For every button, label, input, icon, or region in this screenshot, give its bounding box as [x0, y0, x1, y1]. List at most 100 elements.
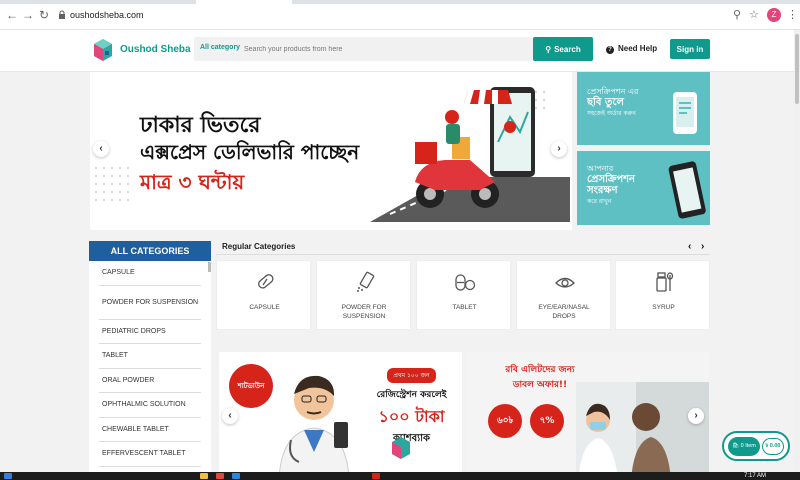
taskbar-clock[interactable]: 7:17 AM [744, 472, 766, 480]
hero-prev-button[interactable]: ‹ [93, 141, 109, 157]
tab-strip [0, 0, 800, 4]
sidebar-item-pediatric-drops[interactable]: PEDIATRIC DROPS [99, 320, 201, 344]
floating-cart[interactable]: 🛍 0 Item ৳ 0.00 [722, 431, 790, 461]
prescription-upload-banner[interactable]: প্রেসক্রিপশন এর ছবি তুলে সহজেই অর্ডার কর… [577, 72, 710, 145]
category-label: TABLET [452, 304, 477, 311]
hero-line-3: মাত্র ৩ ঘন্টায় [140, 170, 245, 194]
banner-1-line-3: সহজেই অর্ডার করুন [587, 110, 636, 117]
sidebar-item-oral-powder[interactable]: ORAL POWDER [99, 369, 201, 393]
sidebar-item-tablet[interactable]: TABLET [99, 344, 201, 369]
promo-prev-button[interactable]: ‹ [222, 408, 238, 424]
help-icon: ? [606, 46, 614, 54]
start-icon[interactable] [4, 473, 12, 479]
app-icon[interactable] [232, 473, 240, 479]
prescription-save-banner[interactable]: আপনার প্রেসক্রিপশন সংরক্ষণ করে রাখুন [577, 151, 710, 225]
promo-next-button[interactable]: › [688, 408, 704, 424]
reload-icon[interactable]: ↻ [38, 9, 50, 21]
category-card-powder-for-suspension[interactable]: POWDER FOR SUSPENSION [316, 260, 411, 330]
file-explorer-icon[interactable] [200, 473, 208, 479]
search-button-label: Search [554, 44, 581, 54]
banner-2-line-4: করে রাখুন [587, 198, 612, 205]
profile-avatar[interactable]: Z [767, 8, 781, 22]
page-scrollbar[interactable] [794, 30, 800, 475]
regular-categories-title: Regular Categories [222, 242, 296, 251]
sidebar-item-label: CAPSULE [102, 269, 135, 277]
sidebar-item-label: POWDER FOR SUSPENSION [102, 298, 199, 306]
sidebar-item-ophthalmic-solution[interactable]: OPHTHALMIC SOLUTION [99, 393, 201, 418]
hero-line-2: এক্সপ্রেস ডেলিভারি পাচ্ছেন [140, 140, 360, 164]
banner-2-line-3: সংরক্ষণ [587, 185, 618, 196]
back-icon[interactable]: ← [6, 9, 18, 21]
need-help-link[interactable]: ? Need Help [606, 44, 657, 54]
category-label: SYRUP [652, 304, 675, 311]
cart-item-count: 🛍 0 Item [728, 437, 760, 456]
search-button[interactable]: ⚲ Search [533, 37, 593, 61]
menu-dots-icon[interactable]: ⋮ [787, 8, 798, 21]
category-label: POWDER FOR SUSPENSION [341, 304, 387, 320]
sidebar-item-effervescent-tablet[interactable]: EFFERVESCENT TABLET [99, 442, 201, 467]
sidebar-item-powder-for-suspension[interactable]: POWDER FOR SUSPENSION [99, 286, 201, 320]
divider [216, 254, 710, 255]
url-text: oushodsheba.com [70, 10, 144, 20]
syrup-icon [656, 272, 674, 292]
hero-banner[interactable]: ঢাকার ভিতরে এক্সপ্রেস ডেলিভারি পাচ্ছেন ম… [90, 72, 572, 230]
first-100-label: প্রথম ১০০ জন [387, 368, 436, 383]
sidebar-item-chewable-tablet[interactable]: CHEWABLE TABLET [99, 418, 201, 442]
category-select[interactable]: All category [200, 44, 240, 51]
sidebar-item-capsule[interactable]: CAPSULE [99, 261, 201, 286]
bookmark-star-icon[interactable]: ☆ [749, 9, 759, 21]
cashback-amount: ১০০ টাকা [378, 407, 445, 426]
category-card-syrup[interactable]: SYRUP [615, 260, 710, 330]
cashback-promo-banner[interactable]: শাটডাউন অফার প্রথম ১০০ জন রেজিস্ট্রেশন ক… [219, 352, 462, 480]
registration-label: রেজিস্ট্রেশন করলেই [376, 390, 447, 400]
sidebar-item-label: EFFERVESCENT TABLET [102, 450, 186, 458]
sidebar-item-label: CHEWABLE TABLET [102, 425, 169, 433]
browser-toolbar: ← → ↻ oushodsheba.com ⚲ ☆ Z ⋮ [0, 0, 800, 30]
banner-2-line-1: আপনার [587, 164, 614, 173]
capsule-icon [258, 274, 274, 289]
os-taskbar: 7:17 AM [0, 472, 800, 480]
category-card-eye-ear-nasal-drops[interactable]: EYE/EAR/NASAL DROPS [516, 260, 611, 330]
address-bar[interactable]: oushodsheba.com [54, 8, 764, 24]
cart-items-label: 0 Item [740, 443, 756, 449]
banner-1-text: প্রেসক্রিপশন এর ছবি তুলে সহজেই অর্ডার কর… [587, 86, 638, 119]
phone-illustration-2 [668, 161, 706, 219]
banner-2-line-2: প্রেসক্রিপশন [587, 174, 636, 185]
robi-offer-banner[interactable]: রবি এলিটদের জন্য ডাবল অফার!! ৬০৳ ৭% › [466, 352, 709, 480]
tablet-icon [455, 274, 476, 291]
search-input[interactable] [240, 37, 530, 61]
category-sidebar: ALL CATEGORIES CAPSULE POWDER FOR SUSPEN… [89, 241, 211, 480]
cashback-text: প্রথম ১০০ জন রেজিস্ট্রেশন করলেই ১০০ টাকা… [369, 362, 454, 448]
powder-icon [357, 271, 375, 292]
cart-total: ৳ 0.00 [762, 438, 784, 455]
hero-next-button[interactable]: › [551, 141, 567, 157]
brand-name[interactable]: Oushod Sheba [120, 44, 191, 55]
banner-1-line-1: প্রেসক্রিপশন এর [587, 87, 639, 96]
sidebar-scrollbar[interactable] [208, 262, 211, 272]
category-card-capsule[interactable]: CAPSULE [216, 260, 311, 330]
cashback-label: ক্যাশব্যাক [392, 433, 431, 444]
sidebar-item-label: OPHTHALMIC SOLUTION [102, 401, 186, 409]
zoom-icon[interactable]: ⚲ [733, 9, 741, 21]
category-card-tablet[interactable]: TABLET [416, 260, 511, 330]
chrome-icon[interactable] [216, 473, 224, 479]
discount-badge-2: ৭% [530, 404, 564, 438]
logo-small-icon [392, 437, 410, 459]
logo-icon[interactable] [93, 38, 113, 62]
scrollbar-thumb[interactable] [795, 34, 799, 104]
eye-icon [555, 277, 575, 288]
pharmacist-illustration [576, 382, 709, 480]
sign-in-button[interactable]: Sign in [670, 39, 710, 59]
doctor-illustration [278, 375, 350, 480]
active-tab[interactable] [196, 0, 292, 4]
phone-illustration [673, 92, 697, 134]
app-icon-2[interactable] [372, 473, 380, 479]
robi-offer-line-1: রবি এলিটদের জন্য [505, 365, 575, 375]
forward-icon[interactable]: → [22, 9, 34, 21]
category-label: EYE/EAR/NASAL DROPS [538, 304, 590, 320]
categories-prev-button[interactable]: ‹ [688, 241, 691, 252]
sidebar-item-label: TABLET [102, 352, 128, 360]
categories-next-button[interactable]: › [701, 241, 704, 252]
sidebar-item-label: ORAL POWDER [102, 376, 155, 384]
banner-1-line-2: ছবি তুলে [587, 97, 624, 108]
